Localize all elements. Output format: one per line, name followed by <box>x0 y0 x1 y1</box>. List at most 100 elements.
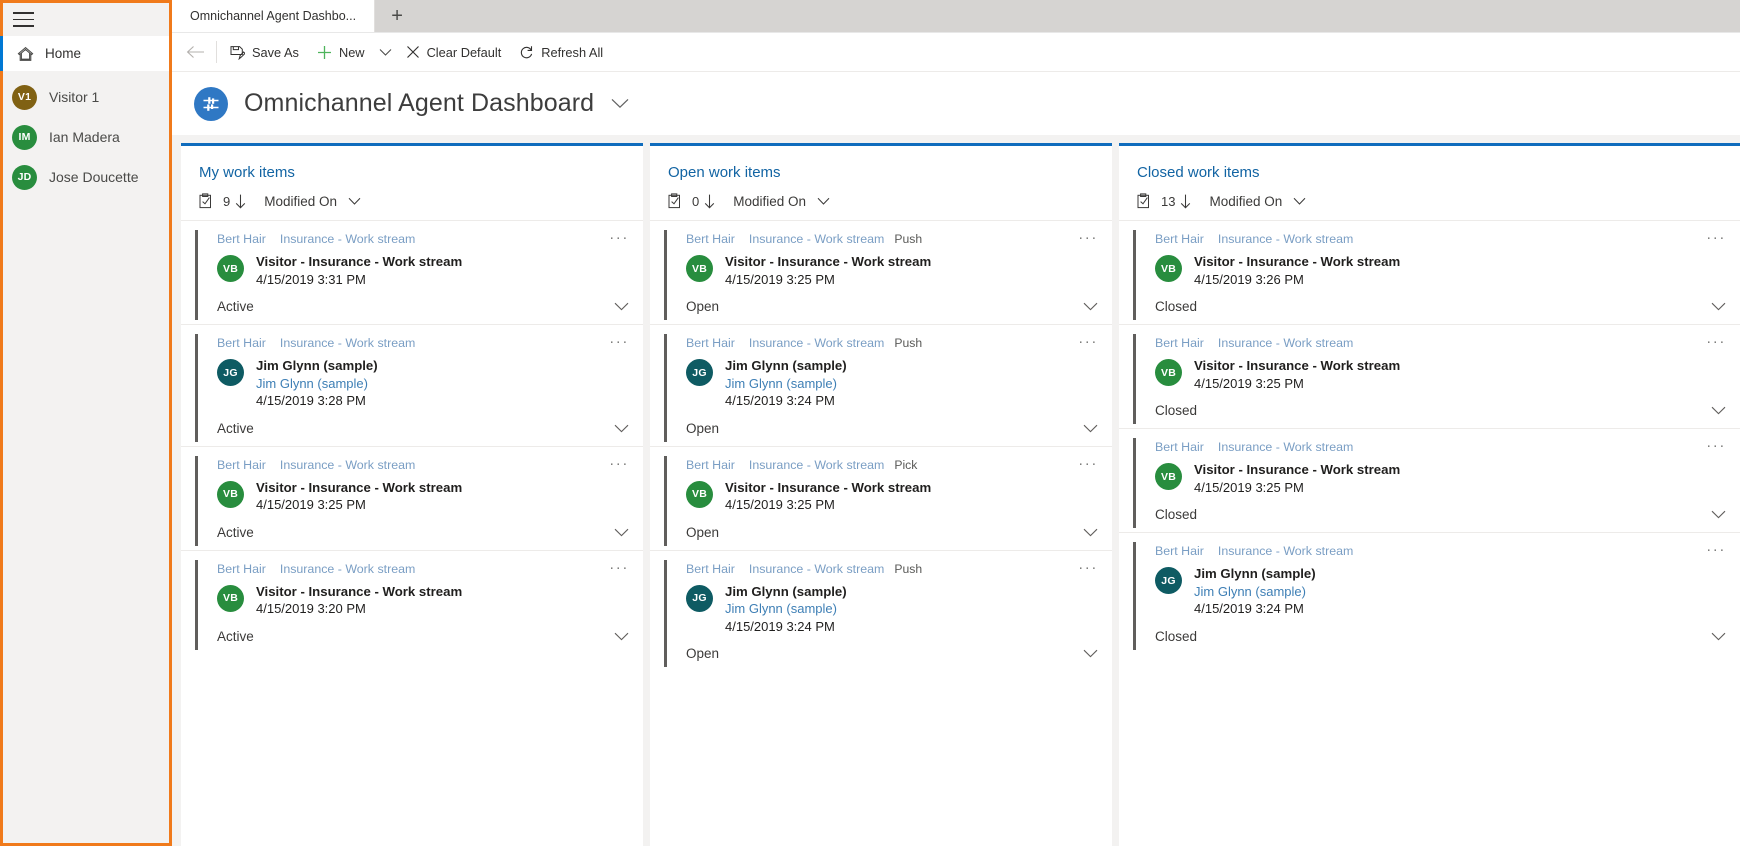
list-item[interactable]: V1 Visitor 1 <box>3 77 169 117</box>
new-tab-button[interactable]: + <box>375 0 420 32</box>
card-expand-chevron-down-icon[interactable] <box>614 632 629 641</box>
card-stream[interactable]: Insurance - Work stream <box>1218 232 1353 246</box>
dashboard-selector-chevron-down-icon[interactable] <box>611 98 629 109</box>
card-stream[interactable]: Insurance - Work stream <box>1218 440 1353 454</box>
table-row[interactable]: ··· Bert Hair Insurance - Work stream VB <box>1119 428 1740 532</box>
table-row[interactable]: ··· Bert Hair Insurance - Work stream VB <box>1119 324 1740 428</box>
avatar: JG <box>217 359 244 386</box>
column-card-list[interactable]: ··· Bert Hair Insurance - Work stream VB <box>181 220 643 846</box>
table-row[interactable]: ··· Bert Hair Insurance - Work stream VB <box>1119 220 1740 324</box>
card-expand-chevron-down-icon[interactable] <box>614 424 629 433</box>
sort-field-label[interactable]: Modified On <box>264 194 337 209</box>
card-owner[interactable]: Bert Hair <box>217 232 266 246</box>
table-row[interactable]: ··· Bert Hair Insurance - Work stream VB <box>181 445 643 550</box>
list-item[interactable]: JD Jose Doucette <box>3 157 169 197</box>
table-row[interactable]: ··· Bert Hair Insurance - Work stream Pu… <box>650 549 1112 672</box>
sort-field-label[interactable]: Modified On <box>1209 194 1282 209</box>
table-row[interactable]: ··· Bert Hair Insurance - Work stream JG <box>1119 532 1740 654</box>
sort-chevron-down-icon[interactable] <box>817 197 830 206</box>
card-owner[interactable]: Bert Hair <box>1155 544 1204 558</box>
card-owner[interactable]: Bert Hair <box>686 458 735 472</box>
card-overflow-menu-icon[interactable]: ··· <box>1078 334 1098 349</box>
sort-chevron-down-icon[interactable] <box>348 197 361 206</box>
card-stream[interactable]: Insurance - Work stream <box>1218 544 1353 558</box>
card-overflow-menu-icon[interactable]: ··· <box>1706 438 1726 453</box>
card-overflow-menu-icon[interactable]: ··· <box>1078 560 1098 575</box>
card-owner[interactable]: Bert Hair <box>686 562 735 576</box>
card-expand-chevron-down-icon[interactable] <box>1083 302 1098 311</box>
table-row[interactable]: ··· Bert Hair Insurance - Work stream VB <box>181 220 643 324</box>
table-row[interactable]: ··· Bert Hair Insurance - Work stream JG <box>181 324 643 446</box>
card-subtitle[interactable]: Jim Glynn (sample) <box>725 375 847 393</box>
card-overflow-menu-icon[interactable]: ··· <box>609 334 629 349</box>
avatar: JG <box>686 584 713 612</box>
application-window: Home V1 Visitor 1 IM Ian Madera JD Jose … <box>0 0 1740 846</box>
card-expand-chevron-down-icon[interactable] <box>1083 424 1098 433</box>
card-subtitle[interactable]: Jim Glynn (sample) <box>256 375 378 393</box>
card-overflow-menu-icon[interactable]: ··· <box>609 230 629 245</box>
card-stream[interactable]: Insurance - Work stream <box>749 458 884 472</box>
sort-direction-down-icon[interactable] <box>704 194 715 209</box>
column-title: Open work items <box>668 164 781 181</box>
card-overflow-menu-icon[interactable]: ··· <box>609 560 629 575</box>
back-button[interactable] <box>178 33 212 71</box>
site-map-toggle-icon[interactable] <box>13 12 34 27</box>
card-expand-chevron-down-icon[interactable] <box>1083 528 1098 537</box>
refresh-all-button[interactable]: Refresh All <box>510 33 612 71</box>
card-stream[interactable]: Insurance - Work stream <box>280 336 415 350</box>
card-owner[interactable]: Bert Hair <box>1155 232 1204 246</box>
card-expand-chevron-down-icon[interactable] <box>1711 406 1726 415</box>
card-overflow-menu-icon[interactable]: ··· <box>1078 456 1098 471</box>
card-stream[interactable]: Insurance - Work stream <box>280 562 415 576</box>
card-expand-chevron-down-icon[interactable] <box>614 302 629 311</box>
save-as-button[interactable]: Save As <box>221 33 308 71</box>
sort-direction-down-icon[interactable] <box>235 194 246 209</box>
table-row[interactable]: ··· Bert Hair Insurance - Work stream Pu… <box>650 324 1112 446</box>
card-owner[interactable]: Bert Hair <box>686 336 735 350</box>
card-overflow-menu-icon[interactable]: ··· <box>1706 230 1726 245</box>
new-dropdown-button[interactable] <box>374 33 397 71</box>
clear-default-button[interactable]: Clear Default <box>397 33 511 71</box>
card-timestamp: 4/15/2019 3:25 PM <box>725 271 835 287</box>
sort-field-label[interactable]: Modified On <box>733 194 806 209</box>
card-overflow-menu-icon[interactable]: ··· <box>1706 334 1726 349</box>
card-owner[interactable]: Bert Hair <box>217 458 266 472</box>
card-stream[interactable]: Insurance - Work stream <box>1218 336 1353 350</box>
card-owner[interactable]: Bert Hair <box>686 232 735 246</box>
home-icon <box>16 45 34 63</box>
card-stream[interactable]: Insurance - Work stream <box>280 458 415 472</box>
card-stream[interactable]: Insurance - Work stream <box>749 232 884 246</box>
column-card-list[interactable]: ··· Bert Hair Insurance - Work stream Pu… <box>650 220 1112 846</box>
card-expand-chevron-down-icon[interactable] <box>1083 649 1098 658</box>
card-subtitle[interactable]: Jim Glynn (sample) <box>1194 583 1316 601</box>
card-subtitle[interactable]: Jim Glynn (sample) <box>725 600 847 618</box>
card-expand-chevron-down-icon[interactable] <box>614 528 629 537</box>
column-card-list[interactable]: ··· Bert Hair Insurance - Work stream VB <box>1119 220 1740 846</box>
card-expand-chevron-down-icon[interactable] <box>1711 302 1726 311</box>
card-overflow-menu-icon[interactable]: ··· <box>609 456 629 471</box>
card-owner[interactable]: Bert Hair <box>217 562 266 576</box>
column-wrapper-my-work-items: My work items 9 Modified On ··· Bert Hai… <box>181 143 643 846</box>
sort-direction-down-icon[interactable] <box>1180 194 1191 209</box>
tab-omnichannel-agent-dashboard[interactable]: Omnichannel Agent Dashbo... <box>172 0 376 32</box>
table-row[interactable]: ··· Bert Hair Insurance - Work stream Pi… <box>650 445 1112 550</box>
card-expand-chevron-down-icon[interactable] <box>1711 510 1726 519</box>
sidebar-item-home[interactable]: Home <box>0 36 169 71</box>
list-item[interactable]: IM Ian Madera <box>3 117 169 157</box>
card-stream[interactable]: Insurance - Work stream <box>749 562 884 576</box>
status-badge: Closed <box>1155 299 1198 314</box>
card-stream[interactable]: Insurance - Work stream <box>749 336 884 350</box>
table-row[interactable]: ··· Bert Hair Insurance - Work stream Pu… <box>650 220 1112 324</box>
card-overflow-menu-icon[interactable]: ··· <box>1706 542 1726 557</box>
card-overflow-menu-icon[interactable]: ··· <box>1078 230 1098 245</box>
new-button[interactable]: New <box>308 33 374 71</box>
list-item-label: Ian Madera <box>49 129 120 145</box>
card-stream[interactable]: Insurance - Work stream <box>280 232 415 246</box>
card-owner[interactable]: Bert Hair <box>217 336 266 350</box>
card-owner[interactable]: Bert Hair <box>1155 440 1204 454</box>
sort-chevron-down-icon[interactable] <box>1293 197 1306 206</box>
card-accent-bar <box>195 559 198 650</box>
card-expand-chevron-down-icon[interactable] <box>1711 632 1726 641</box>
card-owner[interactable]: Bert Hair <box>1155 336 1204 350</box>
table-row[interactable]: ··· Bert Hair Insurance - Work stream VB <box>181 549 643 654</box>
